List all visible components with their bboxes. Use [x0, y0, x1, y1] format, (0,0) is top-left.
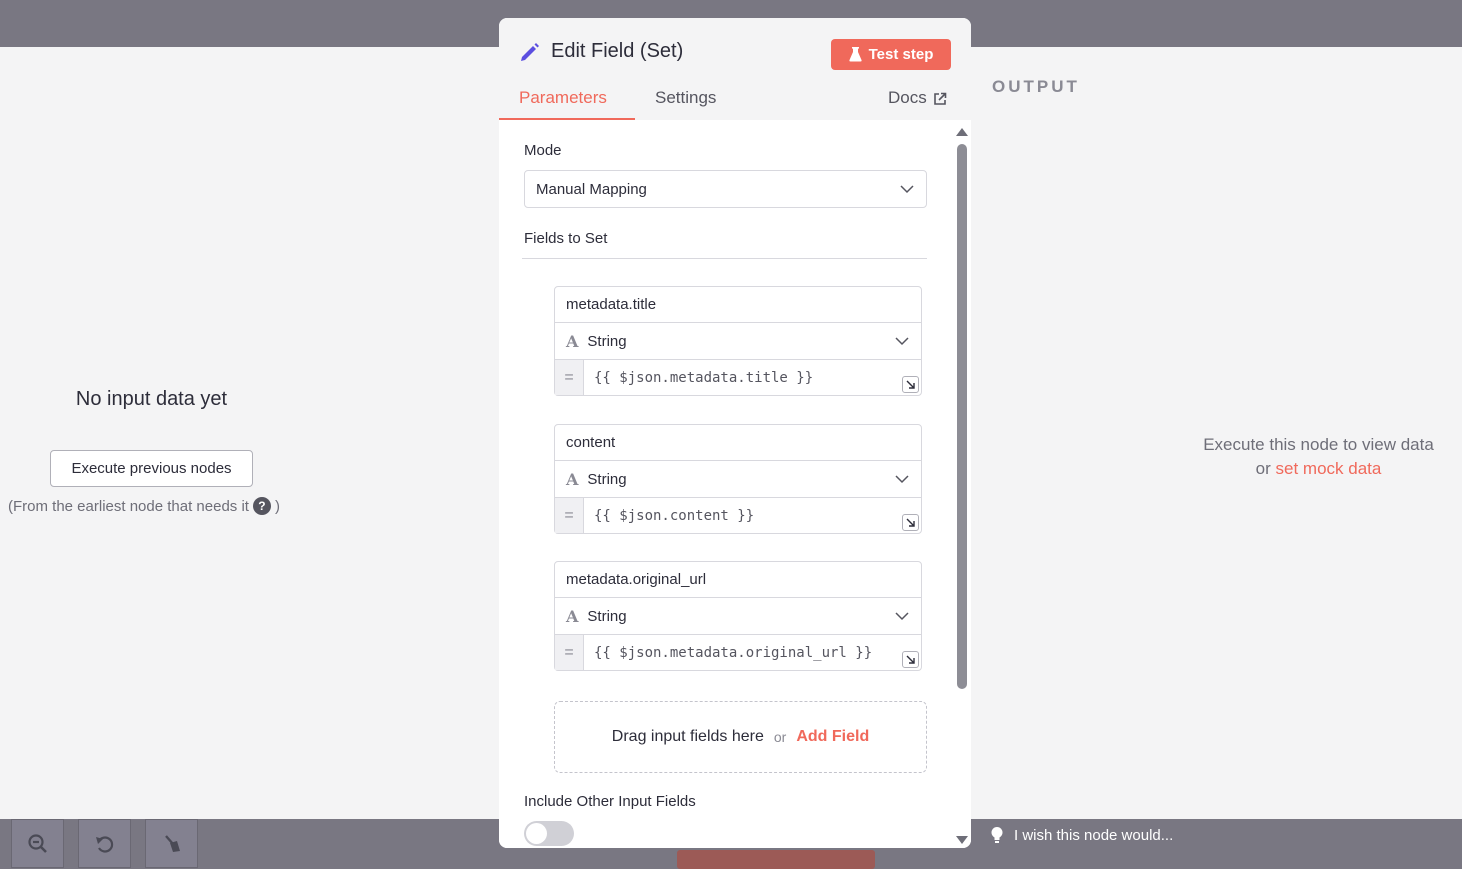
drop-zone-text: Drag input fields here — [611, 728, 764, 745]
no-input-title: No input data yet — [75, 388, 228, 410]
scroll-thumb[interactable] — [957, 144, 967, 689]
mode-label: Mode — [524, 142, 562, 159]
tidy-up-button[interactable] — [145, 819, 198, 868]
scroll-up-arrow-icon[interactable] — [956, 128, 968, 136]
expression-equals-icon: = — [555, 360, 584, 395]
string-type-icon: A — [566, 606, 579, 626]
field-assignment: metadata.original_url A String = {{ $jso… — [554, 561, 922, 671]
tab-settings[interactable]: Settings — [655, 88, 716, 120]
node-settings-panel: Edit Field (Set) Test step Parameters Se… — [499, 18, 971, 848]
fields-to-set-label: Fields to Set — [524, 230, 608, 247]
test-step-button[interactable]: Test step — [831, 39, 951, 70]
field-type-select[interactable]: A String — [555, 461, 921, 498]
field-name-input[interactable]: metadata.original_url — [555, 562, 921, 598]
reset-zoom-button[interactable] — [78, 819, 131, 868]
field-value-row: = {{ $json.content }} — [555, 498, 921, 533]
expand-icon — [906, 380, 915, 389]
chevron-down-icon — [900, 185, 914, 194]
feedback-link[interactable]: I wish this node would... — [990, 826, 1173, 844]
string-type-icon: A — [566, 331, 579, 351]
lightbulb-icon — [991, 827, 1003, 843]
broom-icon — [164, 834, 180, 852]
mode-select[interactable]: Manual Mapping — [524, 170, 927, 208]
field-value-expression[interactable]: {{ $json.metadata.title }} — [584, 360, 813, 395]
external-link-icon — [933, 92, 947, 105]
expand-icon — [906, 655, 915, 664]
chevron-down-icon — [895, 475, 909, 484]
test-step-label: Test step — [868, 46, 934, 63]
docs-link[interactable]: Docs — [888, 88, 947, 120]
field-value-row: = {{ $json.metadata.original_url }} — [555, 635, 921, 670]
string-type-icon: A — [566, 469, 579, 489]
field-type-select[interactable]: A String — [555, 598, 921, 635]
expand-editor-button[interactable] — [902, 651, 919, 668]
pencil-icon — [521, 42, 539, 61]
execute-workflow-button[interactable] — [677, 850, 875, 869]
field-type-value: String — [587, 332, 627, 350]
input-panel: No input data yet Execute previous nodes… — [0, 47, 499, 819]
field-value-expression[interactable]: {{ $json.metadata.original_url }} — [584, 635, 872, 670]
mode-value: Manual Mapping — [536, 180, 647, 198]
field-value-expression[interactable]: {{ $json.content }} — [584, 498, 754, 533]
drop-zone-or: or — [773, 729, 787, 745]
zoom-out-button[interactable] — [11, 819, 64, 868]
expression-equals-icon: = — [555, 498, 584, 533]
field-type-value: String — [587, 607, 627, 625]
output-message-or: or — [1255, 459, 1271, 478]
expand-editor-button[interactable] — [902, 376, 919, 393]
flask-icon — [849, 47, 862, 62]
tab-parameters[interactable]: Parameters — [499, 88, 635, 120]
node-header: Edit Field (Set) Test step Parameters Se… — [499, 18, 971, 120]
toggle-knob — [526, 823, 547, 844]
node-title: Edit Field (Set) — [519, 40, 683, 63]
feedback-text: I wish this node would... — [1014, 826, 1174, 844]
execute-hint: (From the earliest node that needs it ? … — [8, 497, 280, 515]
field-assignment: metadata.title A String = {{ $json.metad… — [554, 286, 922, 396]
include-other-fields-toggle[interactable] — [524, 821, 574, 846]
execute-previous-nodes-button[interactable]: Execute previous nodes — [50, 450, 253, 487]
execute-hint-close: ) — [274, 497, 280, 515]
undo-icon — [95, 835, 113, 853]
include-other-fields-label: Include Other Input Fields — [524, 793, 696, 810]
fields-divider — [522, 258, 927, 259]
expand-icon — [906, 518, 915, 527]
add-field-button[interactable]: Add Field — [796, 728, 869, 746]
output-empty-message: Execute this node to view data or set mo… — [1186, 433, 1451, 481]
scroll-down-arrow-icon[interactable] — [956, 836, 968, 844]
chevron-down-icon — [895, 337, 909, 346]
zoom-out-icon — [27, 833, 47, 853]
execute-hint-text: (From the earliest node that needs it — [8, 497, 249, 515]
field-assignment: content A String = {{ $json.content }} — [554, 424, 922, 534]
chevron-down-icon — [895, 612, 909, 621]
output-title: OUTPUT — [992, 77, 1080, 96]
expression-equals-icon: = — [555, 635, 584, 670]
field-type-value: String — [587, 470, 627, 488]
parameters-scrollbar[interactable] — [955, 128, 969, 848]
set-mock-data-link[interactable]: set mock data — [1276, 459, 1382, 478]
field-type-select[interactable]: A String — [555, 323, 921, 360]
node-tabs: Parameters Settings Docs — [499, 88, 971, 120]
docs-label: Docs — [888, 88, 927, 107]
output-panel: OUTPUT Execute this node to view data or… — [971, 47, 1462, 819]
help-icon[interactable]: ? — [252, 497, 271, 515]
field-name-input[interactable]: metadata.title — [555, 287, 921, 323]
field-name-input[interactable]: content — [555, 425, 921, 461]
output-message-line: Execute this node to view data — [1203, 435, 1434, 454]
expand-editor-button[interactable] — [902, 514, 919, 531]
node-title-text[interactable]: Edit Field (Set) — [551, 40, 683, 63]
field-drop-zone[interactable]: Drag input fields here or Add Field — [554, 701, 927, 773]
field-value-row: = {{ $json.metadata.title }} — [555, 360, 921, 395]
